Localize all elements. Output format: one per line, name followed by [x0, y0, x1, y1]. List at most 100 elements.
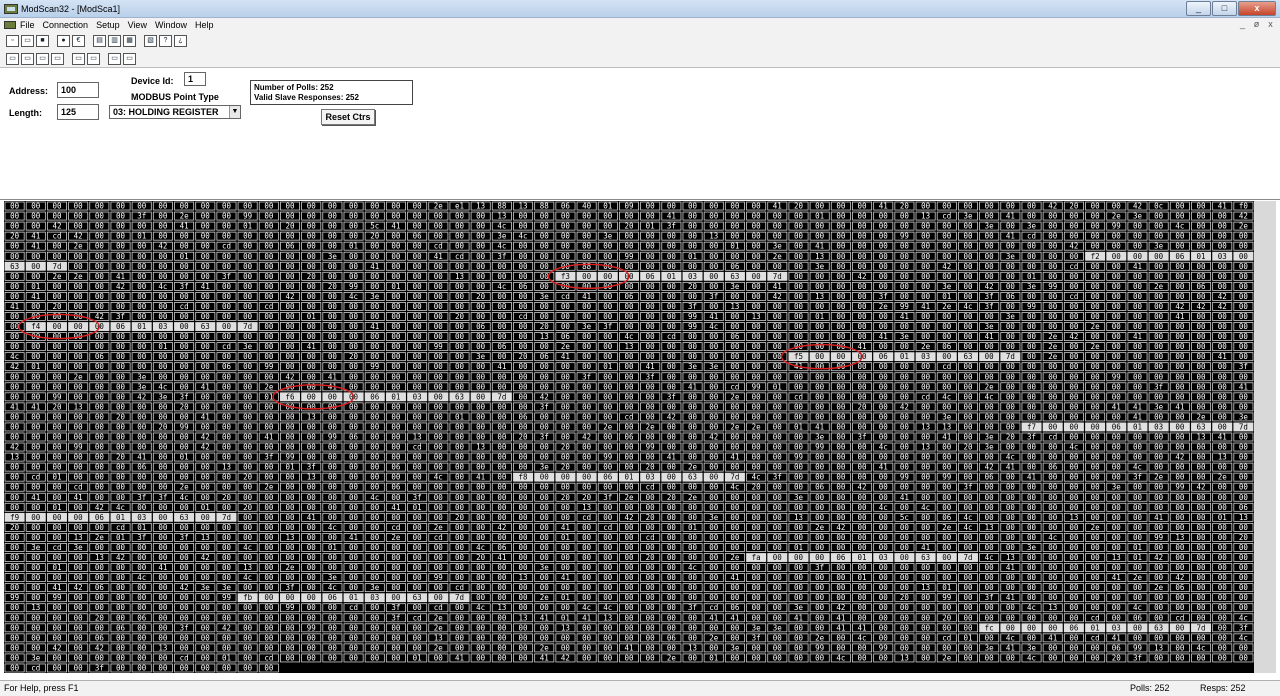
format-decimal-icon[interactable]: ▭	[21, 52, 34, 65]
byte-value: 00	[497, 292, 507, 301]
byte-value: 2e	[434, 523, 444, 532]
byte-value: 00	[1069, 583, 1079, 592]
byte-value: 00	[900, 543, 910, 552]
display-icon[interactable]: ▤	[93, 35, 106, 47]
byte-value: 00	[10, 282, 20, 291]
byte-value: 4c	[879, 443, 888, 452]
byte-value: 00	[1112, 262, 1122, 271]
byte-value: 2e	[1133, 573, 1143, 582]
device-id-label: Device Id:	[131, 76, 174, 86]
byte-value: 00	[222, 372, 232, 381]
point-type-select[interactable]: 03: HOLDING REGISTER ▼	[109, 105, 241, 119]
format-float-icon[interactable]: ▭	[51, 52, 64, 65]
byte-value: 00	[307, 252, 317, 261]
format-swap-icon[interactable]: ▭	[72, 52, 85, 65]
options-icon[interactable]: ▥	[108, 35, 121, 47]
byte-value: 00	[370, 543, 380, 552]
monitor-icon[interactable]: ▦	[123, 35, 136, 47]
byte-value: 00	[858, 232, 868, 241]
byte-value: 3e	[1154, 242, 1164, 251]
byte-value: 3e	[328, 252, 338, 261]
byte-value: 00	[95, 302, 105, 311]
child-window-icon[interactable]	[4, 21, 16, 29]
menu-help[interactable]: Help	[195, 20, 214, 30]
byte-value: 4c	[963, 523, 972, 532]
minimize-button[interactable]: _	[1186, 1, 1211, 16]
byte-value: 00	[794, 222, 804, 231]
byte-value: 4c	[963, 302, 972, 311]
byte-value: 20	[286, 222, 296, 231]
byte-value: 4c	[1175, 222, 1184, 231]
byte-value: 01	[391, 392, 400, 401]
disconnect-icon[interactable]: €	[72, 35, 85, 47]
byte-value: 00	[1006, 573, 1016, 582]
format-binary-icon[interactable]: ▭	[6, 52, 19, 65]
open-icon[interactable]: ▭	[21, 35, 34, 47]
byte-value: 00	[942, 533, 952, 542]
mdi-minimize-button[interactable]: _	[1237, 19, 1248, 29]
byte-value: 00	[1112, 282, 1122, 291]
connect-icon[interactable]: ●	[57, 35, 70, 47]
byte-value: cd	[264, 302, 273, 311]
menu-file[interactable]: File	[20, 20, 35, 30]
byte-value: 00	[349, 402, 359, 411]
byte-value: 00	[52, 362, 62, 371]
new-icon[interactable]: ▫	[6, 35, 19, 47]
byte-value: 01	[815, 312, 824, 321]
byte-value: 00	[963, 262, 973, 271]
menu-window[interactable]: Window	[155, 20, 187, 30]
save-icon[interactable]: ■	[36, 35, 49, 47]
byte-value: 03	[646, 473, 655, 482]
byte-value: 00	[10, 202, 20, 211]
byte-value: 00	[137, 583, 147, 592]
byte-value: 00	[1175, 362, 1185, 371]
byte-value: 00	[752, 272, 762, 281]
reset-counters-button[interactable]: Reset Ctrs	[321, 109, 375, 125]
byte-value: 00	[752, 603, 762, 612]
byte-value: 00	[985, 503, 995, 512]
byte-value: 00	[497, 593, 507, 602]
byte-value: 01	[286, 463, 295, 472]
byte-value: 00	[1006, 242, 1016, 251]
mdi-restore-button[interactable]: ø	[1251, 19, 1262, 29]
format-traffic-icon[interactable]: ▭	[108, 52, 121, 65]
address-input[interactable]: 100	[57, 82, 99, 98]
maximize-button[interactable]: □	[1212, 1, 1237, 16]
about-icon[interactable]: ¿	[174, 35, 187, 47]
byte-value: fa	[752, 553, 761, 562]
format-double-icon[interactable]: ▭	[87, 52, 100, 65]
help-icon[interactable]: ?	[159, 35, 172, 47]
menu-view[interactable]: View	[128, 20, 147, 30]
menu-setup[interactable]: Setup	[96, 20, 120, 30]
chevron-down-icon[interactable]: ▼	[229, 106, 240, 118]
byte-value: 00	[985, 603, 995, 612]
byte-value: 00	[286, 503, 296, 512]
byte-value: 00	[963, 312, 973, 321]
byte-value: 00	[1197, 603, 1207, 612]
length-input[interactable]: 125	[57, 104, 99, 120]
format-hex-icon[interactable]: ▭	[36, 52, 49, 65]
mdi-close-button[interactable]: x	[1265, 19, 1276, 29]
byte-value: 13	[519, 573, 528, 582]
menu-connection[interactable]: Connection	[43, 20, 89, 30]
format-data-icon[interactable]: ▭	[123, 52, 136, 65]
toolbar-format: ▭ ▭ ▭ ▭ ▭ ▭ ▭ ▭	[0, 50, 1280, 68]
byte-value: 00	[1091, 212, 1101, 221]
byte-value: 00	[942, 322, 952, 331]
byte-value: 00	[879, 433, 889, 442]
byte-value: 3f	[688, 603, 697, 612]
print-icon[interactable]: ▧	[144, 35, 157, 47]
byte-value: 00	[709, 593, 719, 602]
byte-value: 41	[879, 202, 888, 211]
byte-value: 00	[391, 433, 401, 442]
byte-value: 41	[730, 613, 739, 622]
byte-value: 00	[243, 232, 253, 241]
close-button[interactable]: x	[1238, 1, 1276, 16]
byte-value: 06	[413, 232, 423, 241]
device-id-input[interactable]: 1	[184, 72, 206, 86]
byte-value: 06	[836, 553, 846, 562]
byte-value: 3f	[1239, 362, 1248, 371]
byte-value: 41	[667, 453, 676, 462]
byte-value: 41	[1218, 352, 1227, 361]
byte-value: 00	[264, 583, 274, 592]
